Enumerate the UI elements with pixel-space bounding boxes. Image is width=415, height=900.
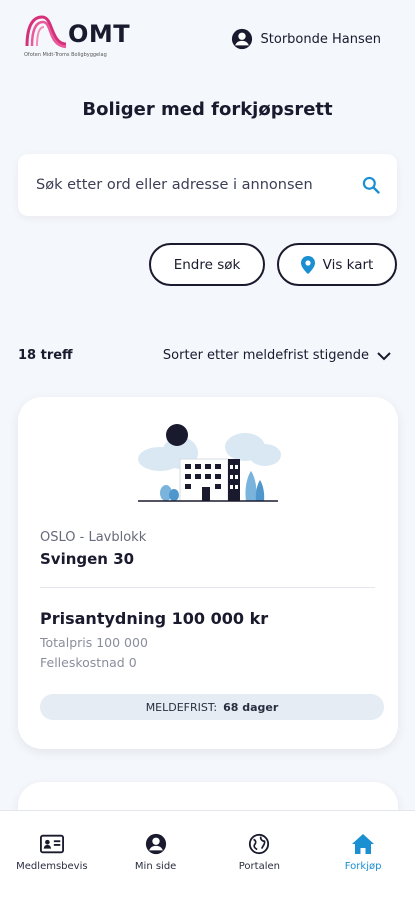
divider	[40, 587, 375, 588]
bottom-navigation: Medlemsbevis Min side Portalen Forkjøp	[0, 810, 415, 900]
nav-item-portalen[interactable]: Portalen	[214, 833, 304, 872]
app-header: OMT Ofoten Midt-Troms Boligbyggelag Stor…	[0, 0, 415, 70]
user-circle-icon	[231, 28, 252, 50]
globe-icon	[249, 833, 270, 855]
search-box	[18, 154, 397, 216]
nav-label: Min side	[134, 861, 177, 872]
action-buttons: Endre søk Vis kart	[149, 243, 397, 286]
show-map-button[interactable]: Vis kart	[277, 243, 397, 286]
deadline-label: MELDEFRIST:	[145, 700, 218, 714]
user-menu[interactable]: Storbonde Hansen	[231, 28, 381, 50]
edit-search-button[interactable]: Endre søk	[149, 243, 265, 286]
sort-dropdown[interactable]: Sorter etter meldefrist stigende	[163, 348, 391, 363]
search-input[interactable]	[36, 177, 361, 193]
nav-label: Medlemsbevis	[16, 861, 88, 872]
results-bar: 18 treff Sorter etter meldefrist stigend…	[18, 348, 391, 363]
edit-search-label: Endre søk	[173, 256, 241, 273]
result-count: 18 treff	[18, 348, 73, 363]
nav-item-min-side[interactable]: Min side	[111, 833, 201, 872]
nav-item-medlemsbevis[interactable]: Medlemsbevis	[7, 833, 97, 872]
page-title: Boliger med forkjøpsrett	[82, 99, 333, 120]
logo-subtitle: Ofoten Midt-Troms Boligbyggelag	[24, 52, 107, 58]
deadline-badge: MELDEFRIST: 68 dager	[40, 694, 384, 720]
listing-felleskostnad: Felleskostnad 0	[40, 655, 137, 670]
deadline-value: 68 dager	[223, 700, 279, 714]
home-icon	[352, 834, 375, 854]
location-pin-icon	[300, 255, 315, 274]
nav-label: Forkjøp	[344, 861, 382, 872]
listing-price: Prisantydning 100 000 kr	[40, 609, 269, 628]
listing-total-price: Totalpris 100 000	[40, 635, 148, 650]
listing-address: Svingen 30	[40, 550, 135, 568]
show-map-label: Vis kart	[322, 256, 374, 273]
id-card-icon	[39, 834, 64, 854]
user-circle-icon	[145, 833, 166, 855]
user-name: Storbonde Hansen	[260, 31, 381, 47]
nav-item-forkjop[interactable]: Forkjøp	[318, 833, 408, 872]
sort-label: Sorter etter meldefrist stigende	[162, 348, 369, 363]
logo-text: OMT	[68, 20, 131, 48]
omt-logo[interactable]: OMT Ofoten Midt-Troms Boligbyggelag	[24, 14, 144, 62]
search-icon[interactable]	[361, 175, 381, 195]
building-illustration	[138, 424, 281, 502]
chevron-down-icon	[377, 351, 391, 360]
nav-label: Portalen	[238, 861, 280, 872]
listing-type: OSLO - Lavblokk	[40, 530, 147, 545]
logo-mark-icon	[25, 15, 67, 49]
listing-card[interactable]: OSLO - Lavblokk Svingen 30 Prisantydning…	[18, 397, 398, 749]
